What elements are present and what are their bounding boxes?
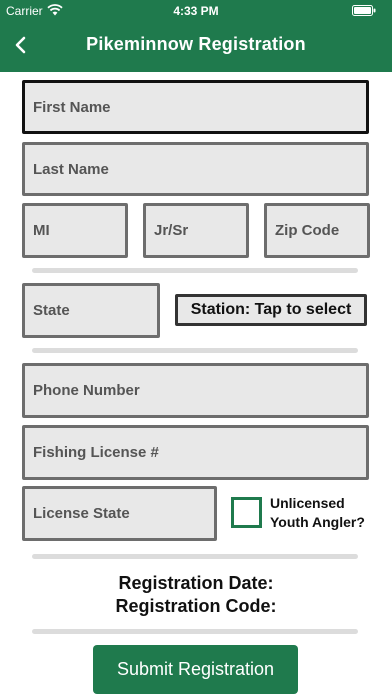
nav-header: Carrier 4:33 PM Pikeminnow Registration — [0, 0, 392, 72]
page-title: Pikeminnow Registration — [86, 34, 306, 54]
youth-angler-label-line2: Youth Angler? — [270, 514, 365, 530]
youth-angler-label: Unlicensed Youth Angler? — [270, 494, 365, 532]
divider — [32, 629, 358, 634]
phone-number-input[interactable]: Phone Number — [22, 363, 369, 418]
last-name-input[interactable]: Last Name — [22, 142, 369, 196]
registration-date-label: Registration Date: — [118, 573, 274, 593]
battery-icon — [352, 5, 376, 16]
fishing-license-input[interactable]: Fishing License # — [22, 425, 369, 480]
divider — [32, 554, 358, 559]
state-input[interactable]: State — [22, 283, 160, 338]
jr-sr-input[interactable]: Jr/Sr — [143, 203, 249, 258]
clock: 4:33 PM — [173, 4, 219, 18]
license-state-input[interactable]: License State — [22, 486, 217, 541]
youth-angler-label-line1: Unlicensed — [270, 495, 345, 511]
first-name-input[interactable]: First Name — [22, 80, 369, 134]
mi-input[interactable]: MI — [22, 203, 128, 258]
zip-code-input[interactable]: Zip Code — [264, 203, 370, 258]
divider — [32, 268, 358, 273]
divider — [32, 348, 358, 353]
submit-registration-button[interactable]: Submit Registration — [93, 645, 298, 694]
registration-code-label: Registration Code: — [115, 596, 277, 616]
station-selector[interactable]: Station: Tap to select — [175, 294, 367, 326]
youth-angler-checkbox[interactable] — [231, 497, 262, 528]
